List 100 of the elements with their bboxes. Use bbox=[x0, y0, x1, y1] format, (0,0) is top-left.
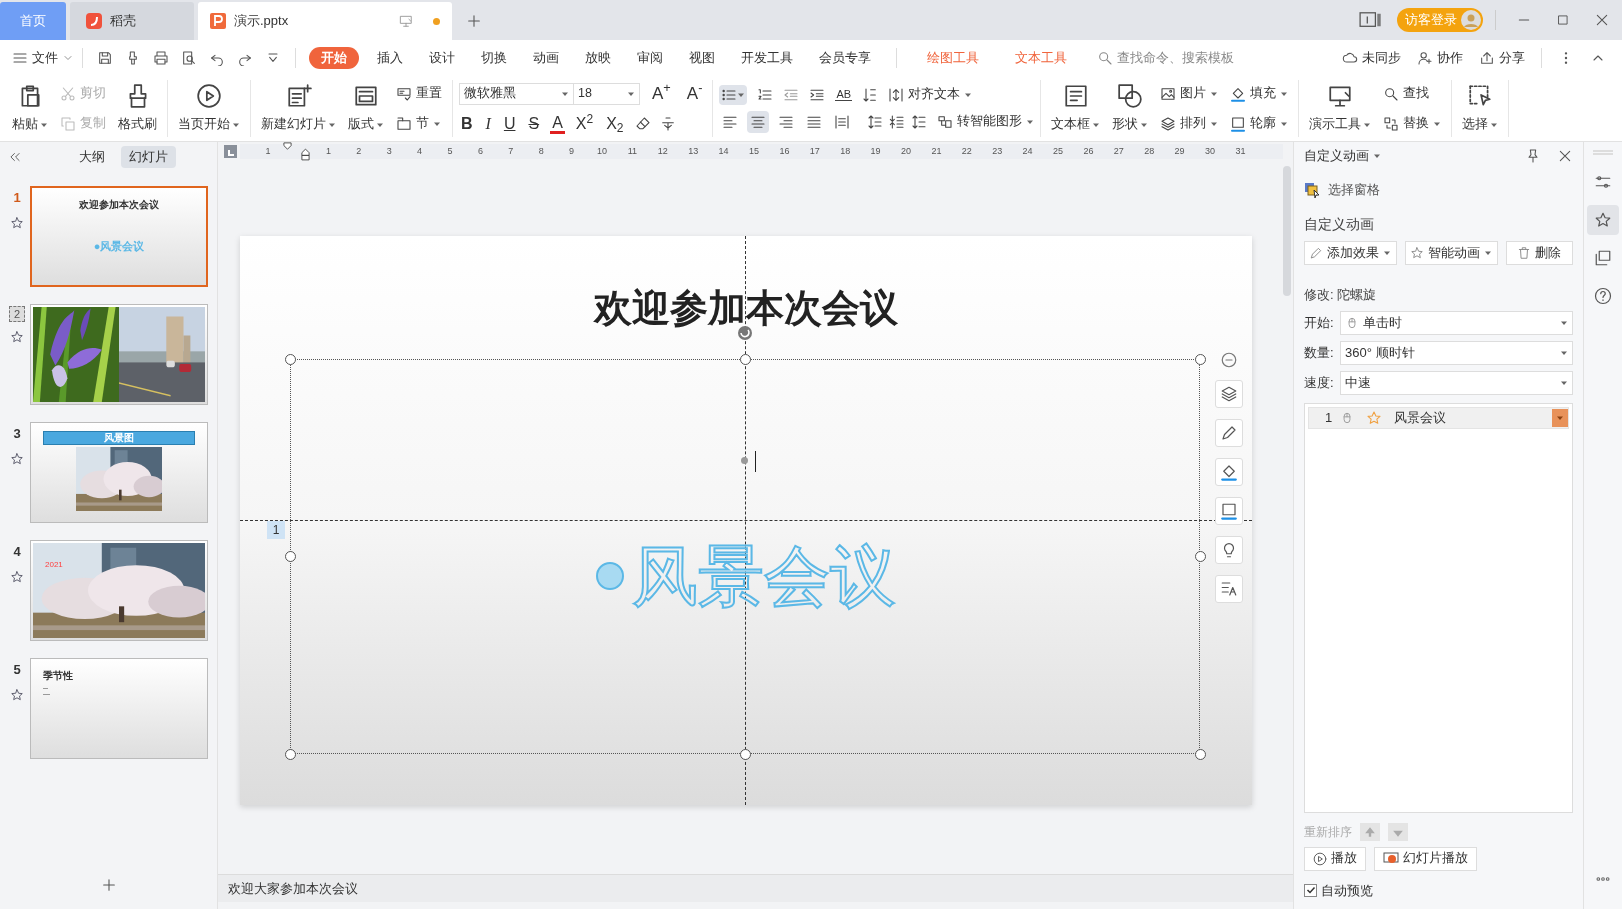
subscript-button[interactable]: X$_{2}$ bbox=[604, 112, 626, 137]
file-menu[interactable]: 文件 bbox=[12, 48, 74, 68]
font-color-button[interactable]: A bbox=[550, 114, 565, 134]
ribbon-tab[interactable]: 开发工具 bbox=[733, 48, 801, 68]
resize-handle[interactable] bbox=[1195, 749, 1206, 760]
ribbon-button[interactable]: 排列 bbox=[1160, 111, 1219, 136]
selection-pane-button[interactable]: 选择窗格 bbox=[1304, 178, 1573, 202]
floating-tool-button[interactable] bbox=[1215, 536, 1243, 564]
floating-tool-button[interactable] bbox=[1215, 458, 1243, 486]
dropdown-field[interactable]: 中速 bbox=[1340, 370, 1573, 395]
ribbon-tab[interactable]: 会员专享 bbox=[811, 48, 879, 68]
slide-thumbnail[interactable]: 欢迎参加本次会议 ●风景会议 bbox=[30, 186, 208, 287]
ribbon-button[interactable]: 填充 bbox=[1230, 81, 1289, 106]
ribbon-button[interactable]: 轮廓 bbox=[1230, 111, 1289, 136]
ribbon-button[interactable]: 格式刷 bbox=[114, 76, 161, 141]
tab[interactable]: 稻壳 bbox=[70, 2, 194, 40]
collapse-icon[interactable] bbox=[1220, 351, 1238, 369]
reading-mode-icon[interactable] bbox=[1359, 11, 1381, 29]
floating-tool-button[interactable] bbox=[1215, 497, 1243, 525]
floating-tool-button[interactable] bbox=[1215, 419, 1243, 447]
resize-handle[interactable] bbox=[1195, 354, 1206, 365]
resize-handle[interactable] bbox=[285, 551, 296, 562]
collapse-panel-icon[interactable] bbox=[8, 150, 22, 164]
dropdown-field[interactable]: 单击时 bbox=[1340, 310, 1573, 335]
collaborate-button[interactable]: 协作 bbox=[1417, 48, 1463, 68]
grow-font-button[interactable]: A$^{+}$ bbox=[648, 80, 675, 107]
slide-canvas[interactable]: 欢迎参加本次会议 风景会议 1 bbox=[240, 236, 1252, 805]
align-button[interactable] bbox=[747, 110, 770, 133]
view-tab[interactable]: 幻灯片 bbox=[121, 146, 176, 168]
ribbon-button[interactable]: 当页开始 bbox=[174, 76, 244, 141]
floating-tool-button[interactable] bbox=[1215, 575, 1243, 603]
ribbon-tab[interactable]: 放映 bbox=[577, 48, 619, 68]
scrollbar-thumb[interactable] bbox=[1283, 166, 1291, 296]
panel-button[interactable]: 删除 bbox=[1505, 241, 1573, 265]
view-tab[interactable]: 大纲 bbox=[71, 146, 113, 168]
play-button[interactable]: 幻灯片播放 bbox=[1374, 846, 1477, 871]
close-icon[interactable] bbox=[1557, 148, 1573, 164]
resize-handle[interactable] bbox=[285, 354, 296, 365]
tab-stop-icon[interactable] bbox=[224, 145, 237, 158]
italic-button[interactable]: I bbox=[483, 112, 493, 137]
ribbon-tab[interactable]: 切换 bbox=[473, 48, 515, 68]
text-direction-button[interactable]: AB bbox=[835, 88, 853, 101]
print-preview-icon[interactable] bbox=[181, 50, 197, 66]
ruler-number: 20 bbox=[901, 145, 911, 158]
resize-handle[interactable] bbox=[1195, 551, 1206, 562]
bold-button[interactable]: B bbox=[459, 112, 475, 137]
dropdown-field[interactable]: 360° 顺时针 bbox=[1340, 340, 1573, 365]
close-icon[interactable] bbox=[1594, 12, 1610, 28]
ribbon-button[interactable]: 重置 bbox=[396, 81, 442, 106]
font-size-field[interactable]: 18 bbox=[574, 82, 640, 105]
save-icon[interactable] bbox=[97, 50, 113, 66]
side-panel-button[interactable] bbox=[1587, 205, 1619, 235]
panel-button[interactable]: 智能动画 bbox=[1404, 241, 1498, 265]
font-field[interactable]: 微软雅黑 bbox=[459, 82, 574, 105]
ribbon-button[interactable]: 文本框 bbox=[1047, 76, 1105, 141]
resize-handle[interactable] bbox=[740, 749, 751, 760]
ribbon-button[interactable]: 粘贴 bbox=[8, 76, 52, 141]
ribbon-tab[interactable]: 插入 bbox=[369, 48, 411, 68]
ribbon-button[interactable]: 节 bbox=[396, 111, 442, 136]
superscript-button[interactable]: X$^{2}$ bbox=[573, 112, 596, 137]
bullets-button[interactable] bbox=[719, 84, 748, 105]
ribbon-tab[interactable]: 设计 bbox=[421, 48, 463, 68]
resize-handle[interactable] bbox=[285, 749, 296, 760]
ribbon-tab[interactable]: 动画 bbox=[525, 48, 567, 68]
ribbon-button[interactable]: 版式 bbox=[344, 76, 388, 141]
ribbon-button[interactable]: 对齐文本 bbox=[888, 85, 973, 104]
ribbon-button[interactable]: 选择 bbox=[1458, 76, 1503, 141]
rotate-handle[interactable] bbox=[737, 325, 753, 341]
notes-text[interactable]: 欢迎大家参加本次会议 bbox=[228, 878, 358, 899]
ribbon-button[interactable]: 形状 bbox=[1108, 76, 1153, 141]
grip-handle[interactable] bbox=[1593, 150, 1613, 155]
ribbon-button[interactable]: 演示工具 bbox=[1305, 76, 1376, 141]
play-button[interactable]: 播放 bbox=[1304, 846, 1366, 871]
ribbon-button[interactable]: 查找 bbox=[1383, 81, 1442, 106]
ribbon-button[interactable]: 替换 bbox=[1383, 111, 1442, 136]
ribbon-tab[interactable]: 审阅 bbox=[629, 48, 671, 68]
dropdown-button[interactable] bbox=[1552, 408, 1568, 427]
strikethrough-button[interactable]: S bbox=[526, 112, 542, 137]
ribbon-button[interactable]: 图片 bbox=[1160, 81, 1219, 106]
effect-item[interactable]: 1 风景会议 bbox=[1308, 406, 1569, 429]
shrink-font-button[interactable]: A$^{-}$ bbox=[682, 80, 707, 107]
ribbon-tab[interactable]: 视图 bbox=[681, 48, 723, 68]
underline-button[interactable]: U bbox=[501, 112, 518, 137]
print-icon[interactable] bbox=[153, 50, 169, 66]
resize-handle[interactable] bbox=[740, 354, 751, 365]
slide-thumbnail[interactable]: 季节性 bbox=[30, 658, 208, 759]
floating-tool-button[interactable] bbox=[1215, 380, 1243, 408]
share-button[interactable]: 分享 bbox=[1479, 48, 1525, 68]
checkbox[interactable] bbox=[1304, 883, 1317, 897]
slide-thumbnail[interactable] bbox=[30, 304, 208, 405]
panel-menu[interactable]: 自定义动画 bbox=[1304, 146, 1381, 166]
panel-button[interactable]: 添加效果 bbox=[1304, 241, 1397, 265]
pin-icon[interactable] bbox=[1525, 148, 1541, 164]
tab[interactable]: 演示.pptx bbox=[198, 2, 452, 40]
maximize-icon[interactable] bbox=[1556, 13, 1570, 27]
ribbon-button[interactable]: 转智能图形 bbox=[937, 112, 1035, 131]
sync-button[interactable]: 未同步 bbox=[1342, 48, 1401, 68]
search-field[interactable]: 查找命令、搜索模板 bbox=[1097, 48, 1234, 68]
indent-marker-icon[interactable] bbox=[301, 148, 310, 161]
ribbon-button[interactable]: 新建幻灯片 bbox=[257, 76, 340, 141]
